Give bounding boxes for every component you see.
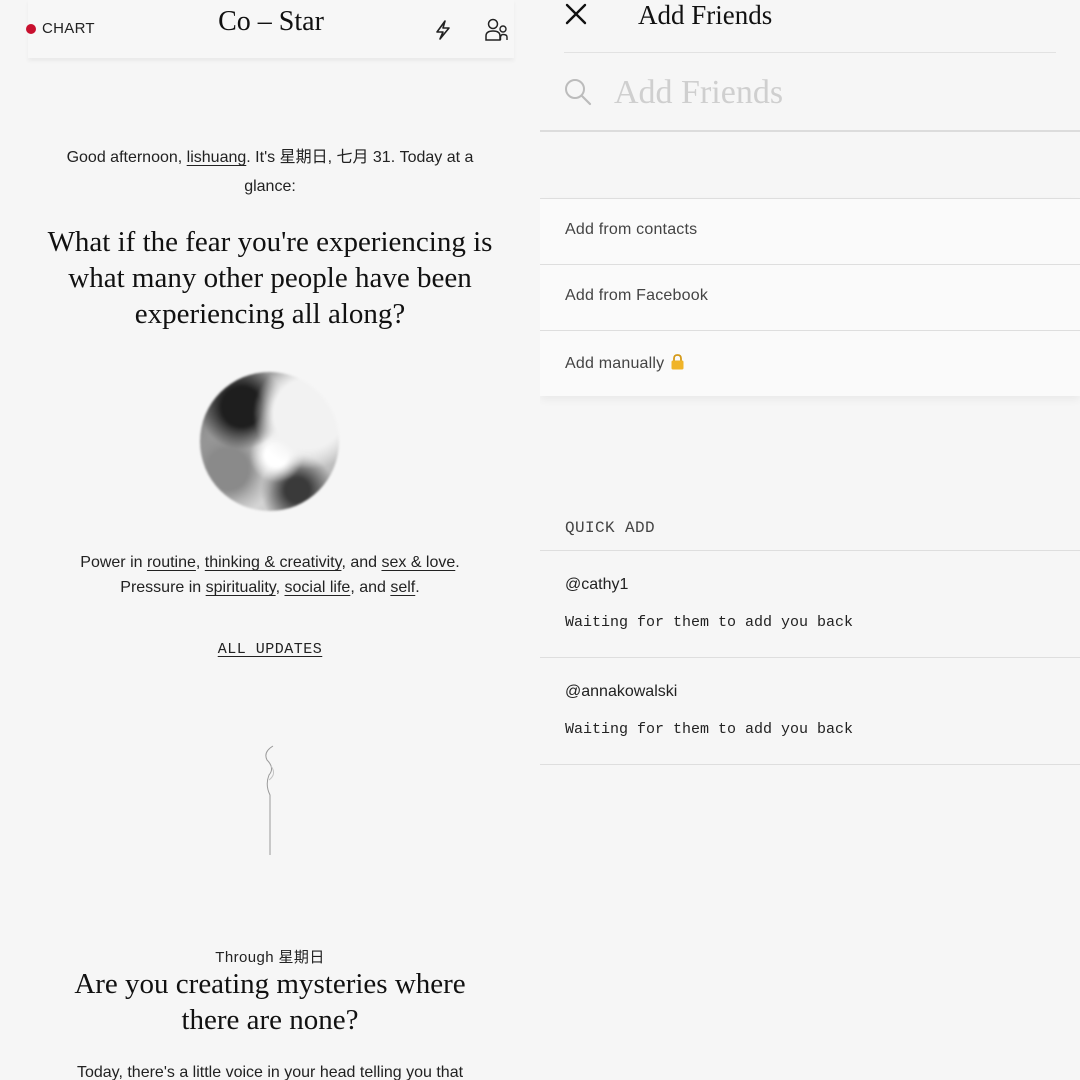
friend-status: Waiting for them to add you back [565, 721, 854, 738]
transit-label: Through 星期日 [215, 949, 325, 966]
power-link-thinking[interactable]: thinking & creativity [205, 554, 342, 571]
search-input[interactable] [614, 68, 1034, 118]
separator: , and [341, 554, 382, 571]
lock-icon [671, 354, 684, 370]
divider [540, 130, 1080, 132]
horoscope-panel: CHART Co – Star Good afternoon, lishuang… [0, 0, 540, 1080]
friends-icon[interactable] [484, 16, 510, 44]
pressure-link-social[interactable]: social life [285, 579, 351, 596]
option-row: Add manually [565, 353, 685, 373]
separator: , and [350, 579, 391, 596]
chart-button[interactable]: CHART [42, 20, 95, 37]
separator: . [455, 554, 460, 571]
power-link-love[interactable]: sex & love [381, 554, 455, 571]
all-updates-link[interactable]: ALL UPDATES [0, 641, 540, 658]
pressure-link-spirituality[interactable]: spirituality [206, 579, 276, 596]
greeting-suffix: . It's 星期日, 七月 31. Today at a glance: [244, 149, 474, 195]
chart-dot-icon[interactable] [26, 24, 36, 34]
page-title: Add Friends [638, 0, 773, 30]
daily-headline: What if the fear you're experiencing is … [47, 226, 493, 330]
option-label: Add from Facebook [565, 287, 709, 304]
separator: , [275, 579, 285, 596]
option-label: Add manually [565, 355, 665, 372]
pressure-link-self[interactable]: self [390, 579, 415, 596]
all-updates-label[interactable]: ALL UPDATES [218, 641, 323, 658]
divider [564, 52, 1056, 53]
power-link-routine[interactable]: routine [147, 554, 196, 571]
search-icon [565, 79, 592, 106]
greeting-prefix: Good afternoon, [66, 149, 187, 166]
add-from-contacts-button[interactable]: Add from contacts [540, 198, 1080, 264]
friend-status: Waiting for them to add you back [565, 614, 854, 631]
option-label: Add from contacts [565, 221, 698, 238]
quick-add-heading: QUICK ADD [565, 519, 656, 537]
close-icon[interactable] [564, 2, 588, 26]
friend-handle: @cathy1 [565, 576, 629, 593]
separator: , [195, 554, 205, 571]
separator: . [415, 579, 420, 596]
power-pressure-summary: Power in routine, thinking & creativity,… [40, 550, 500, 600]
quick-add-list: @cathy1 Waiting for them to add you back… [540, 550, 1080, 765]
daily-image [200, 372, 339, 511]
add-friends-panel: Add Friends Add from contacts Add from F… [540, 0, 1080, 1080]
transit-body: Today, there's a little voice in your he… [76, 1064, 464, 1080]
lightning-icon[interactable] [433, 20, 453, 40]
transit-question: Are you creating mysteries where there a… [74, 968, 466, 1036]
friend-handle: @annakowalski [565, 683, 678, 700]
add-from-facebook-button[interactable]: Add from Facebook [540, 264, 1080, 330]
top-bar: CHART Co – Star [26, 0, 514, 58]
smoke-illustration [265, 745, 275, 855]
power-prefix: Power in [80, 554, 147, 571]
add-options-list: Add from contacts Add from Facebook Add … [540, 198, 1080, 396]
add-manually-button[interactable]: Add manually [540, 330, 1080, 396]
list-item[interactable]: @cathy1 Waiting for them to add you back [540, 550, 1080, 657]
username-link[interactable]: lishuang [187, 149, 247, 166]
pressure-prefix: Pressure in [120, 579, 206, 596]
greeting: Good afternoon, lishuang. It's 星期日, 七月 3… [40, 143, 500, 201]
list-item[interactable]: @annakowalski Waiting for them to add yo… [540, 657, 1080, 765]
